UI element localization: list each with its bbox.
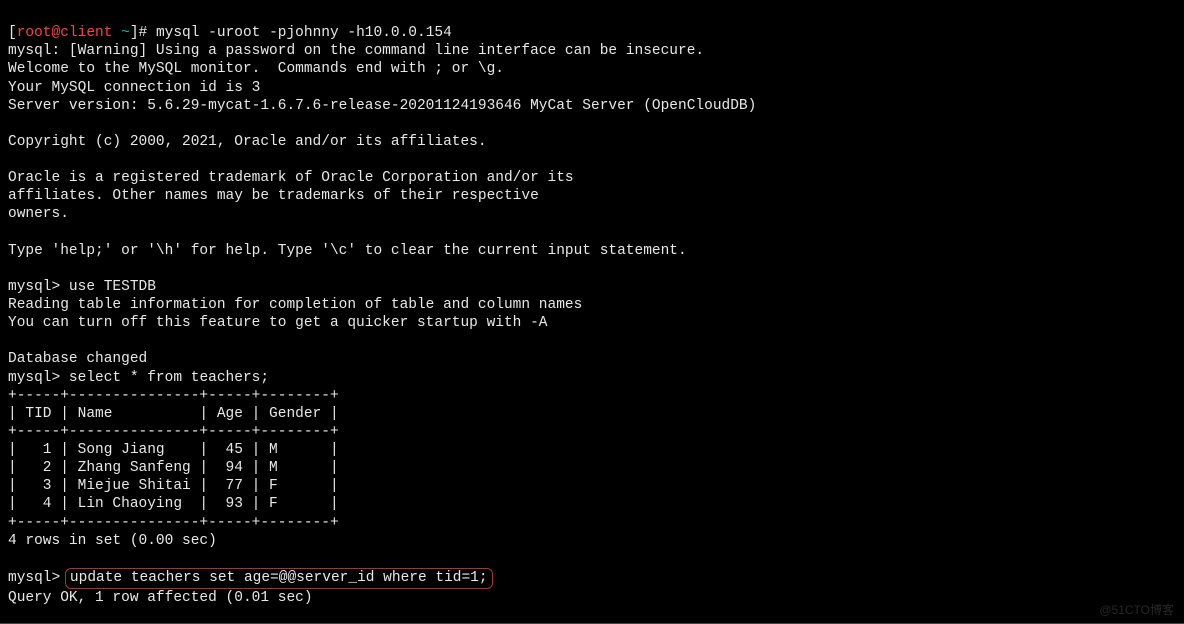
output-line: Welcome to the MySQL monitor. Commands e…	[8, 61, 504, 77]
output-line: owners.	[8, 206, 69, 222]
watermark: @51CTO博客	[1099, 603, 1174, 618]
output-line: You can turn off this feature to get a q…	[8, 315, 548, 331]
table-border: +-----+---------------+-----+--------+	[8, 515, 339, 531]
table-row: | 3 | Miejue Shitai | 77 | F |	[8, 478, 339, 494]
output-line: Type 'help;' or '\h' for help. Type '\c'…	[8, 243, 687, 259]
output-line: Reading table information for completion…	[8, 297, 582, 313]
table-row: | 1 | Song Jiang | 45 | M |	[8, 442, 339, 458]
mysql-prompt: mysql>	[8, 279, 69, 295]
result-line: Query OK, 1 row affected (0.01 sec)	[8, 590, 313, 606]
result-line: 4 rows in set (0.00 sec)	[8, 533, 217, 549]
output-line: mysql: [Warning] Using a password on the…	[8, 43, 704, 59]
highlighted-command: update teachers set age=@@server_id wher…	[65, 568, 493, 589]
sql-command: update teachers set age=@@server_id wher…	[70, 570, 488, 586]
table-row: | 2 | Zhang Sanfeng | 94 | M |	[8, 460, 339, 476]
table-border: +-----+---------------+-----+--------+	[8, 388, 339, 404]
sql-command: use TESTDB	[69, 279, 156, 295]
output-line: affiliates. Other names may be trademark…	[8, 188, 539, 204]
output-line: Your MySQL connection id is 3	[8, 80, 260, 96]
output-line: Database changed	[8, 351, 147, 367]
table-border: +-----+---------------+-----+--------+	[8, 424, 339, 440]
shell-prompt: [root@client ~]#	[8, 25, 156, 41]
output-line: Oracle is a registered trademark of Orac…	[8, 170, 574, 186]
table-header: | TID | Name | Age | Gender |	[8, 406, 339, 422]
mysql-prompt: mysql>	[8, 570, 69, 586]
sql-command: select * from teachers;	[69, 370, 269, 386]
output-line: Copyright (c) 2000, 2021, Oracle and/or …	[8, 134, 487, 150]
shell-command: mysql -uroot -pjohnny -h10.0.0.154	[156, 25, 452, 41]
mysql-prompt: mysql>	[8, 370, 69, 386]
output-line: Server version: 5.6.29-mycat-1.6.7.6-rel…	[8, 98, 756, 114]
table-row: | 4 | Lin Chaoying | 93 | F |	[8, 496, 339, 512]
terminal-output[interactable]: [root@client ~]# mysql -uroot -pjohnny -…	[0, 0, 1184, 613]
